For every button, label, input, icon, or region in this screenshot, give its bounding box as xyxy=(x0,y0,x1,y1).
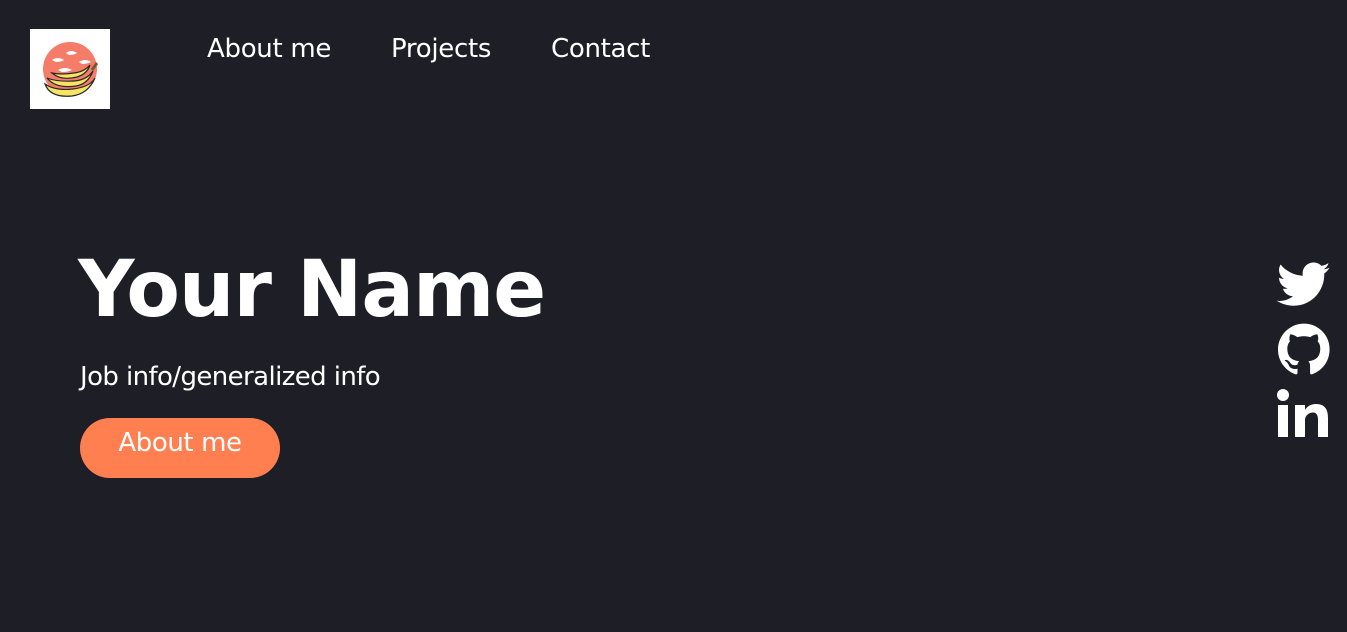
twitter-link[interactable] xyxy=(1277,262,1331,312)
hero-name: Your Name xyxy=(78,245,546,335)
logo-link[interactable] xyxy=(30,29,110,109)
twitter-icon xyxy=(1277,262,1331,306)
nav-link-projects[interactable]: Projects xyxy=(391,31,491,67)
linkedin-icon xyxy=(1277,389,1328,437)
about-me-button[interactable]: About me xyxy=(80,418,280,478)
hero-subtitle: Job info/generalized info xyxy=(80,362,381,392)
nav-link-contact[interactable]: Contact xyxy=(551,31,650,67)
nav-link-about-me[interactable]: About me xyxy=(207,31,331,67)
bananas-logo-icon xyxy=(43,42,98,97)
github-icon xyxy=(1278,323,1330,375)
linkedin-link[interactable] xyxy=(1277,388,1331,438)
github-link[interactable] xyxy=(1277,323,1331,375)
